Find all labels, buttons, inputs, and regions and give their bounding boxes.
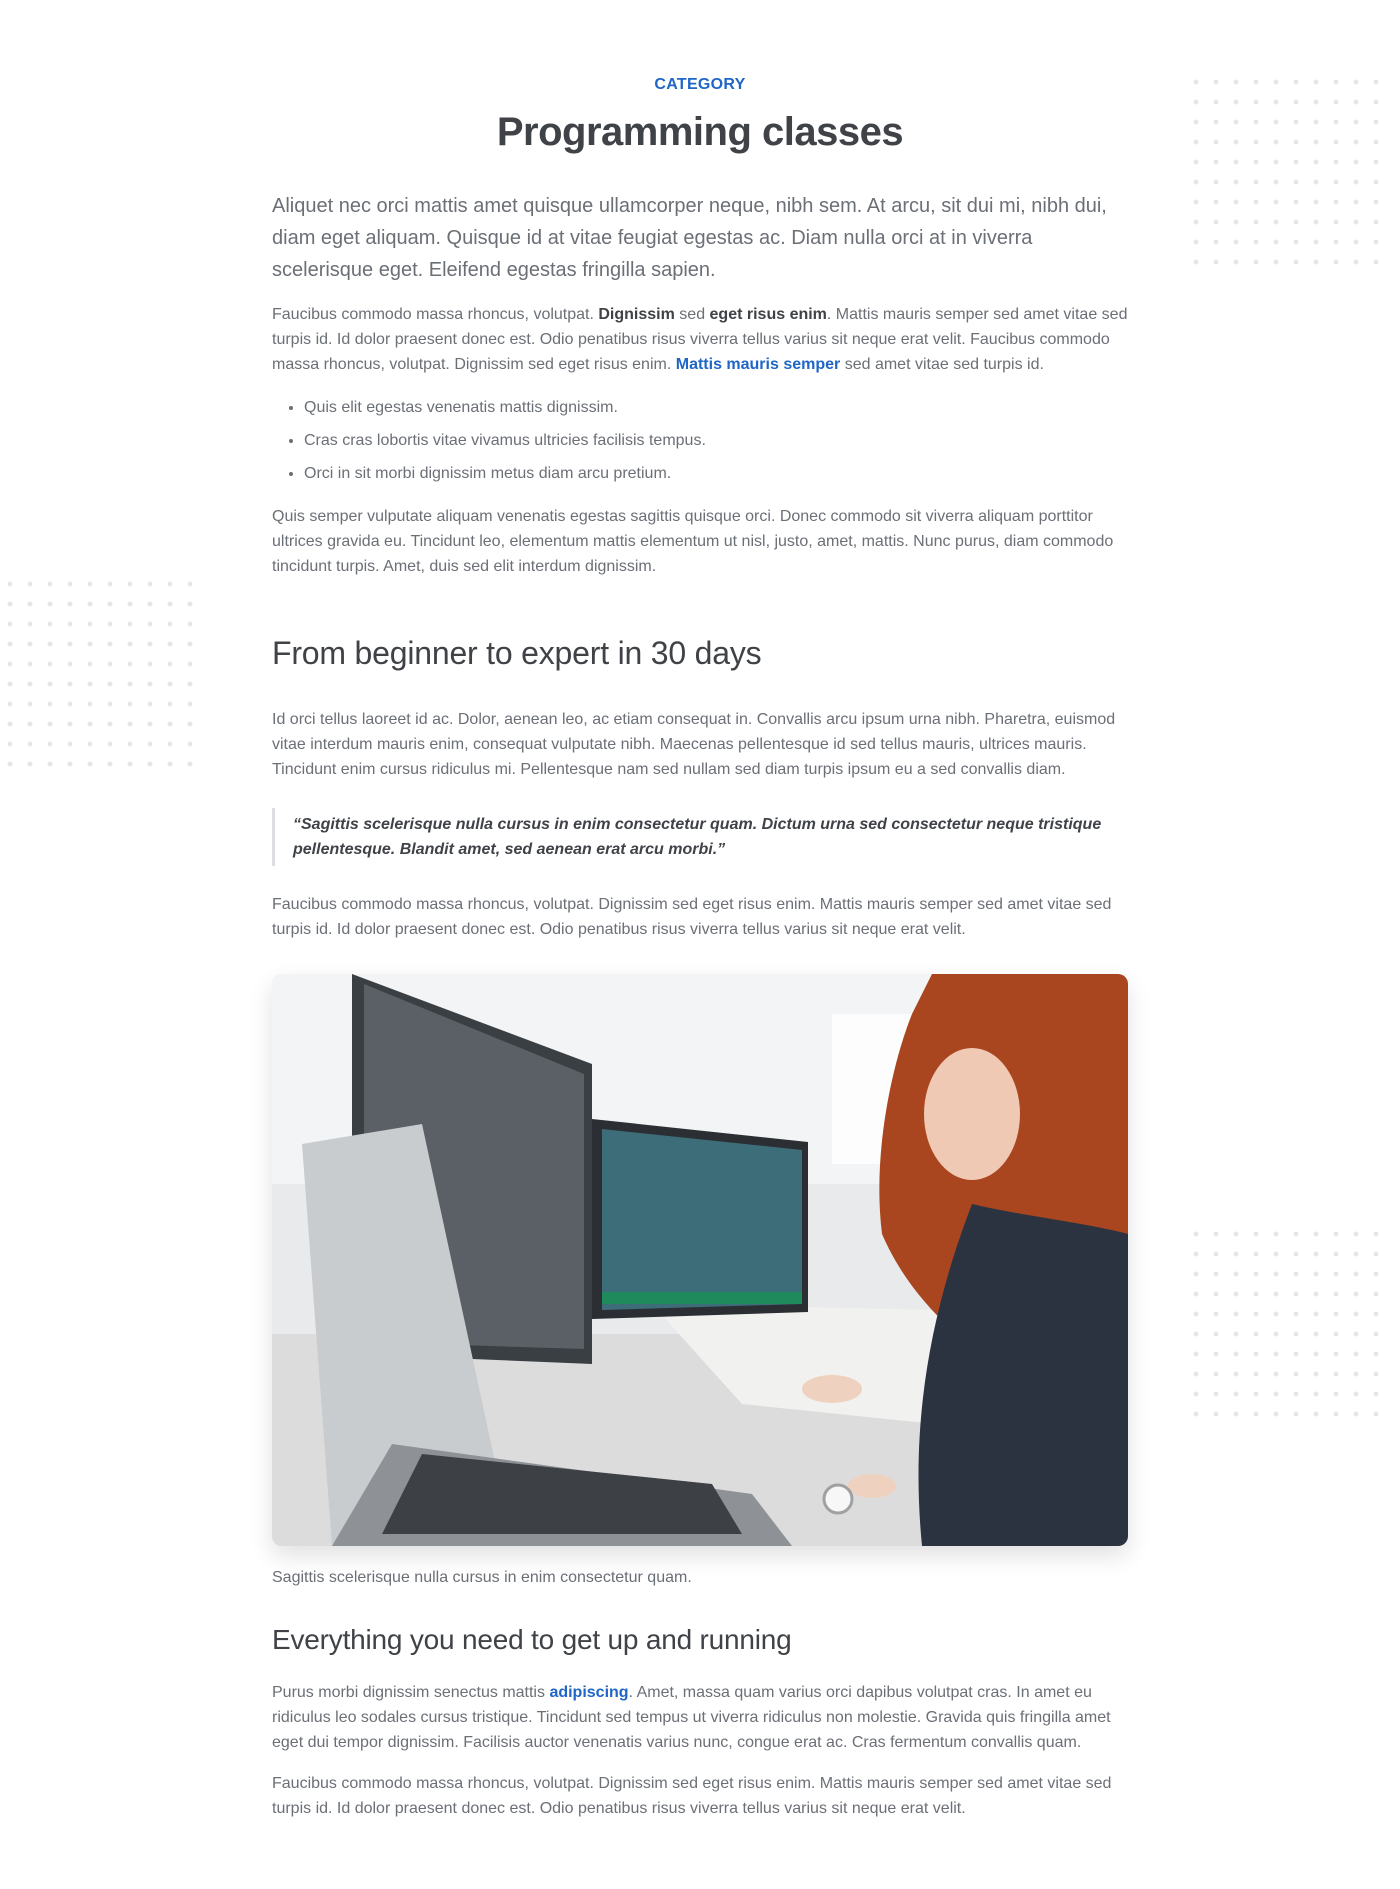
blockquote: “Sagittis scelerisque nulla cursus in en… (272, 808, 1128, 866)
body-paragraph: Quis semper vulputate aliquam venenatis … (272, 508, 1114, 575)
text-segment: sed (674, 306, 710, 323)
image-caption: Sagittis scelerisque nulla cursus in eni… (272, 1569, 692, 1586)
body-paragraph: Id orci tellus laoreet id ac. Dolor, aen… (272, 711, 1116, 778)
list-item: Quis elit egestas venenatis mattis digni… (304, 391, 1128, 424)
lede-paragraph: Aliquet nec orci mattis amet quisque ull… (272, 195, 1107, 281)
office-photo-illustration (272, 974, 1128, 1546)
bullet-list: Quis elit egestas venenatis mattis digni… (272, 391, 1128, 490)
text-segment: Purus morbi dignissim senectus mattis (272, 1684, 550, 1701)
inline-link[interactable]: Mattis mauris semper (676, 356, 841, 373)
section-heading: Everything you need to get up and runnin… (272, 1624, 792, 1655)
list-item: Orci in sit morbi dignissim metus diam a… (304, 457, 1128, 490)
article-image (272, 974, 1128, 1546)
dot-pattern-decoration (0, 574, 200, 770)
dot-pattern-decoration (1186, 1224, 1386, 1424)
body-paragraph: Faucibus commodo massa rhoncus, volutpat… (272, 1775, 1112, 1817)
list-item: Cras cras lobortis vitae vivamus ultrici… (304, 424, 1128, 457)
body-paragraph: Purus morbi dignissim senectus mattis ad… (272, 1680, 1128, 1755)
dot-pattern-decoration (1186, 72, 1386, 272)
text-segment: Faucibus commodo massa rhoncus, volutpat… (272, 306, 599, 323)
bold-text: Dignissim (598, 306, 675, 323)
body-paragraph: Faucibus commodo massa rhoncus, volutpat… (272, 896, 1112, 938)
page-title: Programming classes (496, 110, 904, 154)
bold-text: eget risus enim (709, 306, 827, 323)
section-heading: From beginner to expert in 30 days (272, 635, 762, 671)
article: CATEGORY Programming classes Aliquet nec… (272, 0, 1128, 1821)
quote-text: “Sagittis scelerisque nulla cursus in en… (293, 816, 1102, 858)
intro-paragraph: Faucibus commodo massa rhoncus, volutpat… (272, 302, 1128, 377)
inline-link[interactable]: adipiscing (549, 1684, 628, 1701)
text-segment: sed amet vitae sed turpis id. (840, 356, 1044, 373)
category-label: CATEGORY (654, 76, 746, 93)
